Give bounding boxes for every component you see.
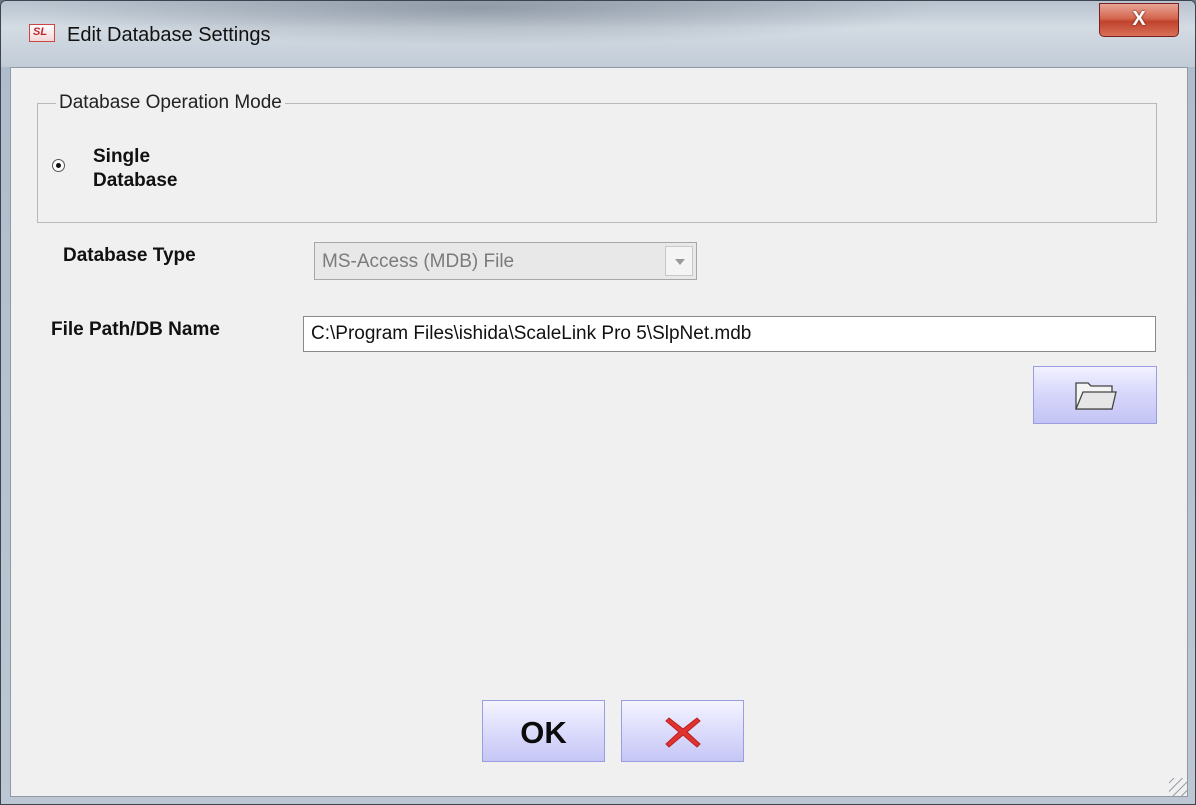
- edit-database-settings-dialog: SL Edit Database Settings X Database Ope…: [0, 0, 1196, 805]
- window-title: Edit Database Settings: [67, 24, 271, 46]
- database-type-label: Database Type: [63, 245, 196, 266]
- database-type-value: MS-Access (MDB) File: [322, 251, 515, 272]
- red-x-icon: [665, 717, 701, 748]
- file-path-label: File Path/DB Name: [51, 319, 220, 340]
- operation-mode-group: Database Operation Mode Single Database: [37, 92, 1157, 223]
- single-database-label[interactable]: Single Database: [93, 145, 213, 193]
- resize-grip[interactable]: [1169, 778, 1187, 796]
- operation-mode-legend: Database Operation Mode: [56, 92, 285, 114]
- database-type-select[interactable]: MS-Access (MDB) File: [314, 242, 697, 280]
- close-button[interactable]: X: [1099, 3, 1179, 37]
- file-path-input[interactable]: [303, 316, 1156, 352]
- title-bar[interactable]: SL Edit Database Settings X: [1, 1, 1195, 67]
- cancel-button[interactable]: [621, 700, 744, 762]
- single-database-radio[interactable]: [52, 159, 65, 172]
- browse-folder-button[interactable]: [1033, 366, 1157, 424]
- ok-button[interactable]: OK: [482, 700, 605, 762]
- chevron-down-icon[interactable]: [665, 246, 693, 276]
- dialog-body: Database Operation Mode Single Database …: [10, 67, 1188, 797]
- folder-icon: [1075, 382, 1117, 410]
- ok-label: OK: [520, 715, 567, 750]
- app-logo-icon: SL: [29, 24, 55, 42]
